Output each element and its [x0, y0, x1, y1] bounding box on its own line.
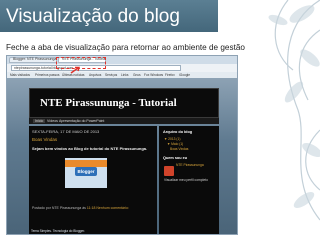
archive-year[interactable]: ▼ 2013 (1)	[164, 137, 180, 141]
about-name[interactable]: NTE Pirassununga	[176, 163, 204, 167]
post-date: SEXTA-FEIRA, 17 DE MAIO DE 2013	[32, 129, 100, 134]
blogger-logo-image: Blogger	[65, 158, 107, 188]
bookmark-item[interactable]: Gnus	[133, 73, 141, 77]
bookmark-item[interactable]: Mais visitados	[10, 73, 30, 77]
bookmark-item[interactable]: Fox Windows	[144, 73, 163, 77]
post-footer-prefix: Postado por NTE Pirassununga às	[32, 206, 86, 210]
browser-tab-label: Blogger: NTE Pirassununga	[13, 57, 57, 61]
blog-page: NTE Pirassununga - Tutorial Início Vídeo…	[7, 78, 237, 234]
browser-tab-strip: Blogger: NTE Pirassununga NTE Pirassunun…	[7, 56, 237, 64]
nav-item-inicio[interactable]: Início	[33, 119, 46, 123]
bookmark-item[interactable]: Firefox	[165, 73, 175, 77]
blog-sidebar: Arquivo do blog ▼ 2013 (1) ▼ Maio (1) Bo…	[159, 126, 219, 234]
archive-heading: Arquivo do blog	[163, 130, 193, 134]
pointer-arrow-icon	[70, 66, 80, 74]
about-heading: Quem sou eu	[163, 156, 188, 160]
blog-header: NTE Pirassununga - Tutorial	[29, 88, 219, 118]
bookmark-item[interactable]: iGoogle	[179, 73, 190, 77]
bookmark-item[interactable]: Links	[121, 73, 128, 77]
blog-nav: Início Vídeos Apresentação do PowerPoint	[29, 118, 219, 124]
about-profile-link[interactable]: Visualizar meu perfil completo	[164, 178, 208, 182]
bookmark-item[interactable]: Primeiros passos	[35, 73, 59, 77]
slide-title: Visualização do blog	[6, 6, 180, 27]
blogger-image-bar	[65, 160, 107, 167]
blog-title[interactable]: NTE Pirassununga - Tutorial	[40, 97, 177, 109]
browser-screenshot: Blogger: NTE Pirassununga NTE Pirassunun…	[6, 55, 238, 235]
post-footer-time[interactable]: 11:18	[87, 206, 96, 210]
post-body: Sejam bem vindos ao Blog de tutorial do …	[32, 146, 148, 151]
nav-item-videos[interactable]: Vídeos	[47, 119, 58, 123]
post-footer-comments[interactable]: Nenhum comentário:	[96, 206, 129, 210]
archive-month[interactable]: ▼ Maio (1)	[167, 142, 183, 146]
post-footer: Postado por NTE Pirassununga às 11:18 Ne…	[32, 206, 129, 210]
slide-caption: Feche a aba de visualização para retorna…	[6, 43, 245, 52]
nav-item-powerpoint[interactable]: Apresentação do PowerPoint	[59, 119, 104, 123]
bookmark-item[interactable]: Arquivos	[89, 73, 101, 77]
slide-title-bar: Visualização do blog	[0, 0, 218, 32]
blog-footer: Tema Simples. Tecnologia do Blogger.	[31, 229, 85, 233]
browser-tab-blogger[interactable]: Blogger: NTE Pirassununga	[9, 57, 57, 63]
profile-avatar[interactable]	[164, 166, 174, 176]
blog-post: SEXTA-FEIRA, 17 DE MAIO DE 2013 Boas Vin…	[29, 126, 157, 234]
post-title[interactable]: Boas Vindas	[32, 137, 57, 142]
archive-post-link[interactable]: Boas Vindas	[170, 147, 188, 151]
blogger-logo: Blogger	[75, 167, 97, 176]
bookmark-item[interactable]: Serviços	[105, 73, 117, 77]
